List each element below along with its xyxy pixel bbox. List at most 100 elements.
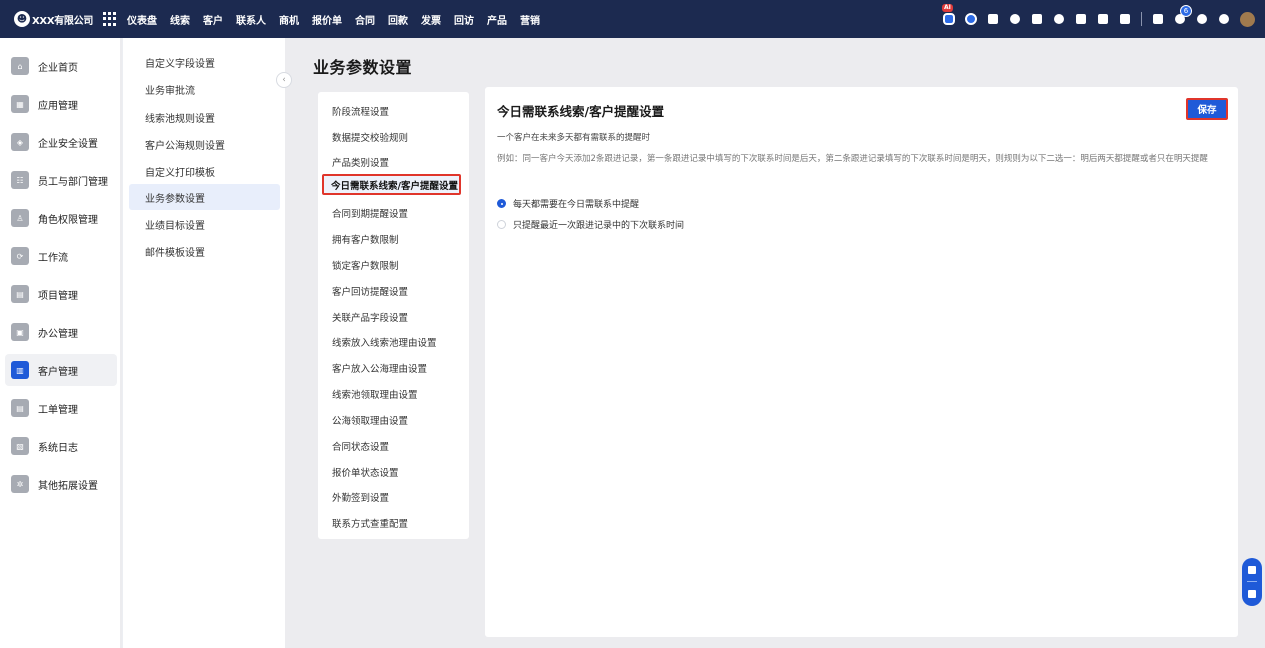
setting-description: 一个客户在未来多天都有需联系的提醒时 xyxy=(497,133,651,143)
help-button[interactable] xyxy=(1196,13,1208,25)
option-remind-latest-only[interactable]: 只提醒最近一次跟进记录中的下次联系时间 xyxy=(497,218,684,231)
main-nav: 仪表盘 线索 客户 联系人 商机 报价单 合同 回款 发票 回访 产品 营销 xyxy=(127,12,553,27)
page-title: 业务参数设置 xyxy=(313,58,413,77)
radio-unchecked-icon[interactable] xyxy=(497,220,506,229)
setting-example: 例如：同一客户今天添加2条跟进记录，第一条跟进记录中填写的下次联系时间是后天，第… xyxy=(497,154,1208,164)
sidebar-item-projects[interactable]: ▤ 项目管理 xyxy=(5,278,117,310)
submenu-email-templates[interactable]: 邮件模板设置 xyxy=(129,238,280,264)
sidebar-item-roles[interactable]: ♙ 角色权限管理 xyxy=(5,202,117,234)
settings-list-item[interactable]: 数据提交校验规则 xyxy=(332,130,408,144)
ai-assistant-button[interactable]: AI xyxy=(942,4,955,25)
settings-list-item[interactable]: 关联产品字段设置 xyxy=(332,310,408,324)
settings-list-item[interactable]: 拥有客户数限制 xyxy=(332,232,399,246)
calendar-icon xyxy=(1120,14,1130,24)
nav-marketing[interactable]: 营销 xyxy=(520,12,540,27)
nav-quotes[interactable]: 报价单 xyxy=(312,12,342,27)
project-icon: ▤ xyxy=(11,285,29,303)
settings-list: 阶段流程设置 数据提交校验规则 产品类别设置 今日需联系线索/客户提醒设置 合同… xyxy=(318,92,469,539)
notification-count-badge: 6 xyxy=(1180,5,1192,17)
settings-list-item[interactable]: 合同到期提醒设置 xyxy=(332,206,408,220)
settings-list-item[interactable]: 联系方式查重配置 xyxy=(332,516,408,530)
person-icon xyxy=(1054,14,1064,24)
user-button[interactable] xyxy=(1053,13,1065,25)
phone-button[interactable] xyxy=(1097,13,1109,25)
settings-list-item[interactable]: 外勤签到设置 xyxy=(332,490,389,504)
sidebar-item-customers[interactable]: ▥ 客户管理 xyxy=(5,354,117,386)
save-button[interactable]: 保存 xyxy=(1186,98,1228,120)
extension-icon: ✲ xyxy=(11,475,29,493)
nav-customers[interactable]: 客户 xyxy=(203,12,223,27)
submenu-print-templates[interactable]: 自定义打印模板 xyxy=(129,158,280,184)
chat-button[interactable] xyxy=(965,13,977,25)
settings-list-item[interactable]: 产品类别设置 xyxy=(332,155,389,169)
app-grid-icon[interactable] xyxy=(103,12,117,26)
submenu-approval-flow[interactable]: 业务审批流 xyxy=(129,76,280,102)
submenu-business-params[interactable]: 业务参数设置 xyxy=(129,184,280,210)
nav-leads[interactable]: 线索 xyxy=(170,12,190,27)
settings-button[interactable] xyxy=(1218,13,1230,25)
settings-list-item[interactable]: 锁定客户数限制 xyxy=(332,258,399,272)
sidebar-item-extensions[interactable]: ✲ 其他拓展设置 xyxy=(5,468,117,500)
notification-button[interactable]: 6 xyxy=(1174,5,1192,25)
sidebar-item-staff[interactable]: ☷ 员工与部门管理 xyxy=(5,164,117,196)
nav-opportunities[interactable]: 商机 xyxy=(279,12,299,27)
message-button[interactable] xyxy=(987,13,999,25)
submenu-lead-pool-rules[interactable]: 线索池规则设置 xyxy=(129,104,280,130)
sidebar-item-tickets[interactable]: ▤ 工单管理 xyxy=(5,392,117,424)
apps-icon: ▦ xyxy=(11,95,29,113)
submenu-performance-targets[interactable]: 业绩目标设置 xyxy=(129,211,280,237)
nav-visits[interactable]: 回访 xyxy=(454,12,474,27)
sidebar-item-logs[interactable]: ▧ 系统日志 xyxy=(5,430,117,462)
sidebar-item-label: 客户管理 xyxy=(38,366,78,378)
phone-icon xyxy=(1098,14,1108,24)
company-logo-icon: ☻ xyxy=(14,11,30,27)
robot-icon xyxy=(943,13,955,25)
settings-list-item[interactable]: 客户回访提醒设置 xyxy=(332,284,408,298)
nav-contacts[interactable]: 联系人 xyxy=(236,12,266,27)
globe-button[interactable] xyxy=(1009,13,1021,25)
settings-list-item[interactable]: 客户放入公海理由设置 xyxy=(332,361,427,375)
shield-icon: ◈ xyxy=(11,133,29,151)
nav-invoices[interactable]: 发票 xyxy=(421,12,441,27)
sidebar-item-security[interactable]: ◈ 企业安全设置 xyxy=(5,126,117,158)
submenu-public-pool-rules[interactable]: 客户公海规则设置 xyxy=(129,131,280,157)
calendar-button[interactable] xyxy=(1119,13,1131,25)
setting-title: 今日需联系线索/客户提醒设置 xyxy=(497,104,665,119)
toolbar-divider xyxy=(1141,12,1142,26)
settings-list-item[interactable]: 线索放入线索池理由设置 xyxy=(332,335,437,349)
feedback-icon[interactable] xyxy=(1248,590,1256,599)
sidebar-item-workflow[interactable]: ⟳ 工作流 xyxy=(5,240,117,272)
settings-list-item[interactable]: 公海领取理由设置 xyxy=(332,413,408,427)
settings-detail-panel: 今日需联系线索/客户提醒设置 保存 一个客户在未来多天都有需联系的提醒时 例如：… xyxy=(485,87,1238,637)
top-nav-bar: ☻ XXX有限公司 仪表盘 线索 客户 联系人 商机 报价单 合同 回款 发票 … xyxy=(0,0,1265,38)
nav-payments[interactable]: 回款 xyxy=(388,12,408,27)
report-button[interactable] xyxy=(1152,13,1164,25)
user-avatar[interactable] xyxy=(1240,11,1255,27)
workflow-icon: ⟳ xyxy=(11,247,29,265)
sidebar-item-label: 工作流 xyxy=(38,252,68,264)
sidebar-item-label: 企业安全设置 xyxy=(38,138,98,150)
radio-checked-icon[interactable] xyxy=(497,199,506,208)
nav-contracts[interactable]: 合同 xyxy=(355,12,375,27)
nav-dashboard[interactable]: 仪表盘 xyxy=(127,12,157,27)
sidebar-item-office[interactable]: ▣ 办公管理 xyxy=(5,316,117,348)
option-remind-every-day[interactable]: 每天都需要在今日需联系中提醒 xyxy=(497,197,639,210)
sidebar-item-home[interactable]: ⌂ 企业首页 xyxy=(5,50,117,82)
sidebar-item-label: 角色权限管理 xyxy=(38,214,98,226)
office-icon: ▣ xyxy=(11,323,29,341)
floating-helper-widget[interactable] xyxy=(1242,558,1262,606)
collapse-submenu-button[interactable]: ‹ xyxy=(276,72,292,88)
support-icon[interactable] xyxy=(1248,565,1256,574)
brand[interactable]: ☻ XXX有限公司 xyxy=(14,11,93,27)
submenu-custom-fields[interactable]: 自定义字段设置 xyxy=(129,49,280,75)
settings-list-item-selected[interactable]: 今日需联系线索/客户提醒设置 xyxy=(322,174,461,195)
settings-list-item[interactable]: 报价单状态设置 xyxy=(332,465,399,479)
sidebar-item-apps[interactable]: ▦ 应用管理 xyxy=(5,88,117,120)
sidebar-item-label: 其他拓展设置 xyxy=(38,480,98,492)
settings-list-item[interactable]: 线索池领取理由设置 xyxy=(332,387,418,401)
nav-products[interactable]: 产品 xyxy=(487,12,507,27)
settings-list-item[interactable]: 阶段流程设置 xyxy=(332,104,389,118)
settings-list-item[interactable]: 合同状态设置 xyxy=(332,439,389,453)
mail-button[interactable] xyxy=(1031,13,1043,25)
document-button[interactable] xyxy=(1075,13,1087,25)
